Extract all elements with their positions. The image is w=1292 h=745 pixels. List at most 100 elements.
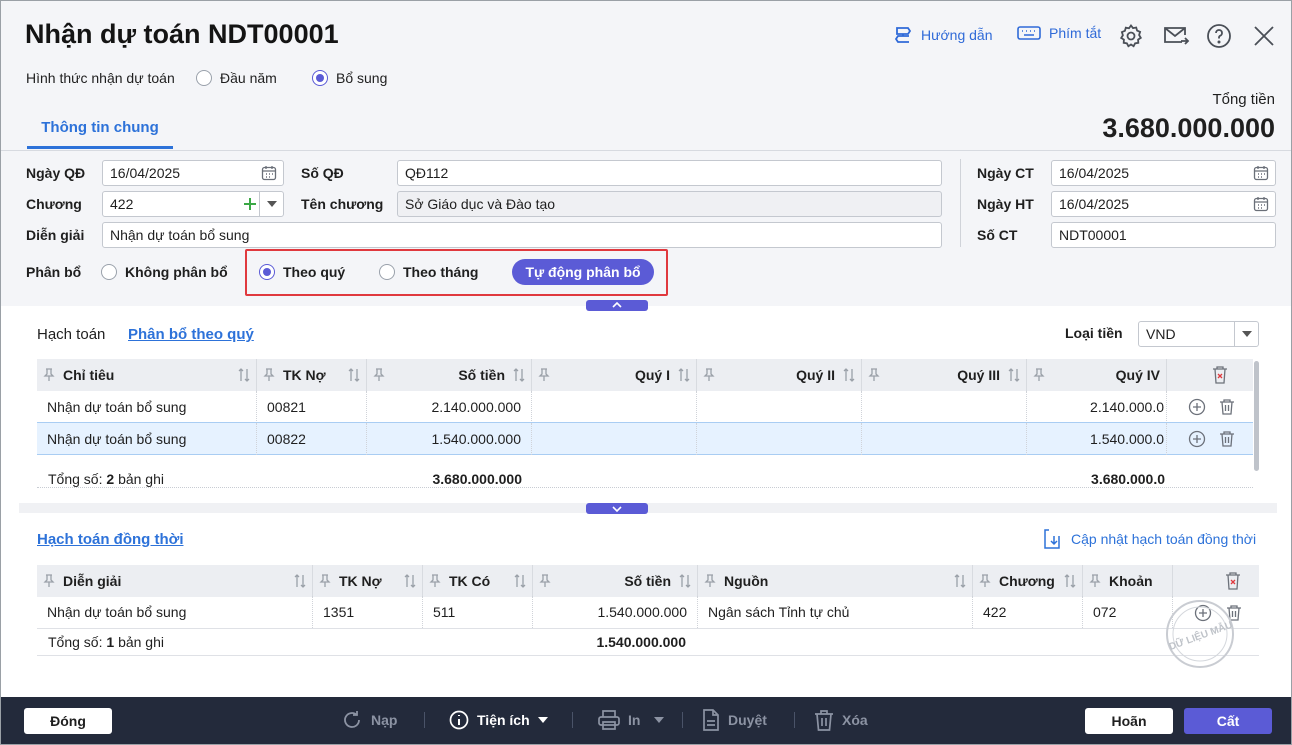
add-row-icon[interactable]: [1188, 430, 1206, 448]
sort-icon[interactable]: [679, 574, 691, 588]
sort-icon[interactable]: [513, 368, 525, 382]
pin-icon[interactable]: [538, 368, 550, 382]
table-row-1-quy-3[interactable]: [862, 391, 1027, 423]
pin-icon[interactable]: [704, 574, 716, 588]
pin-icon[interactable]: [868, 368, 880, 382]
table-row-tk-co[interactable]: 511: [423, 596, 533, 628]
table-row-1-quy-1[interactable]: [532, 391, 697, 423]
expand-section-button[interactable]: [586, 503, 648, 514]
print-button[interactable]: In: [598, 708, 665, 732]
pin-icon[interactable]: [263, 368, 275, 382]
radio-khong-phan-bo[interactable]: [101, 264, 117, 280]
so-ct-field[interactable]: NDT00001: [1051, 222, 1276, 248]
sort-icon[interactable]: [1008, 368, 1020, 382]
dien-giai-field[interactable]: Nhận dự toán bổ sung: [102, 222, 942, 248]
pin-icon[interactable]: [319, 574, 331, 588]
reload-button[interactable]: Nạp: [341, 708, 397, 732]
table-row-2-tk-no[interactable]: 00822: [257, 423, 367, 455]
table-row-nguon[interactable]: Ngân sách Tỉnh tự chủ: [698, 596, 973, 628]
gear-icon[interactable]: [1118, 23, 1144, 49]
col-tk-no[interactable]: TK Nợ: [257, 359, 367, 391]
sort-icon[interactable]: [843, 368, 855, 382]
pin-icon[interactable]: [1089, 574, 1101, 588]
pin-icon[interactable]: [43, 574, 55, 588]
sort-icon[interactable]: [954, 574, 966, 588]
calendar-icon[interactable]: [1253, 196, 1269, 212]
calendar-icon[interactable]: [261, 165, 277, 181]
table-row-1-chi-tieu[interactable]: Nhận dự toán bổ sung: [37, 391, 257, 423]
so-qd-field[interactable]: QĐ112: [397, 160, 942, 186]
undo-button[interactable]: Hoãn: [1085, 708, 1173, 734]
pin-icon[interactable]: [43, 368, 55, 382]
utilities-button[interactable]: Tiện ích: [449, 708, 548, 732]
ngay-ht-field[interactable]: 16/04/2025: [1051, 191, 1276, 217]
table-row-1-so-tien[interactable]: 2.140.000.000: [367, 391, 532, 423]
col-quy-1[interactable]: Quý I: [532, 359, 697, 391]
pin-icon[interactable]: [373, 368, 385, 382]
tab-general-info[interactable]: Thông tin chung: [27, 109, 173, 149]
sort-icon[interactable]: [1064, 574, 1076, 588]
delete-row-icon[interactable]: [1218, 398, 1236, 416]
sort-icon[interactable]: [514, 574, 526, 588]
add-row-icon[interactable]: [1188, 398, 1206, 416]
plus-icon[interactable]: [243, 197, 257, 211]
table-row-2-quy-3[interactable]: [862, 423, 1027, 455]
currency-select[interactable]: VND: [1138, 321, 1259, 347]
radio-dau-nam[interactable]: [196, 70, 212, 86]
radio-theo-thang[interactable]: [379, 264, 395, 280]
help-button[interactable]: Hướng dẫn: [893, 25, 992, 45]
shortcut-button[interactable]: Phím tắt: [1017, 25, 1101, 41]
update-concurrent-button[interactable]: Cập nhật hạch toán đồng thời: [1043, 529, 1256, 549]
col-tk-no-2[interactable]: TK Nợ: [313, 565, 423, 597]
ngay-qd-field[interactable]: 16/04/2025: [102, 160, 284, 186]
delete-button[interactable]: Xóa: [814, 708, 868, 732]
col-so-tien[interactable]: Số tiền: [367, 359, 532, 391]
sort-icon[interactable]: [294, 574, 306, 588]
close-button[interactable]: Đóng: [24, 708, 112, 734]
col-tk-co[interactable]: TK Có: [423, 565, 533, 597]
save-button[interactable]: Cất: [1184, 708, 1272, 734]
pin-icon[interactable]: [429, 574, 441, 588]
table-row-2-quy-2[interactable]: [697, 423, 862, 455]
pin-icon[interactable]: [539, 574, 551, 588]
delete-all-icon[interactable]: [1212, 366, 1228, 384]
collapse-header-button[interactable]: [586, 300, 648, 311]
col-chi-tieu[interactable]: Chỉ tiêu: [37, 359, 257, 391]
table-row-2-chi-tieu[interactable]: Nhận dự toán bổ sung: [37, 423, 257, 455]
table-row-dien-giai[interactable]: Nhận dự toán bổ sung: [37, 596, 313, 628]
tab-phan-bo-theo-quy[interactable]: Phân bổ theo quý: [128, 326, 254, 343]
table-row-1-tk-no[interactable]: 00821: [257, 391, 367, 423]
col-quy-2[interactable]: Quý II: [697, 359, 862, 391]
table-row-1-quy-4[interactable]: 2.140.000.0: [1027, 391, 1167, 423]
pin-icon[interactable]: [979, 574, 991, 588]
delete-row-icon[interactable]: [1218, 430, 1236, 448]
currency-dropdown-button[interactable]: [1234, 322, 1258, 346]
table-row-1-quy-2[interactable]: [697, 391, 862, 423]
col-so-tien-2[interactable]: Số tiền: [533, 565, 698, 597]
col-khoan[interactable]: Khoản: [1083, 565, 1173, 597]
sort-icon[interactable]: [238, 368, 250, 382]
table-row-2-so-tien[interactable]: 1.540.000.000: [367, 423, 532, 455]
table-row-chuong[interactable]: 422: [973, 596, 1083, 628]
table-row-2-quy-1[interactable]: [532, 423, 697, 455]
sort-icon[interactable]: [404, 574, 416, 588]
chuong-combo[interactable]: 422: [102, 191, 284, 217]
col-dien-giai[interactable]: Diễn giải: [37, 565, 313, 597]
chuong-dropdown-button[interactable]: [259, 192, 283, 216]
help-circle-icon[interactable]: [1206, 23, 1232, 49]
col-quy-3[interactable]: Quý III: [862, 359, 1027, 391]
radio-bo-sung[interactable]: [312, 70, 328, 86]
table-row-2-quy-4[interactable]: 1.540.000.0: [1027, 423, 1167, 455]
ngay-ct-field[interactable]: 16/04/2025: [1051, 160, 1276, 186]
auto-allocate-button[interactable]: Tự động phân bổ: [512, 259, 654, 285]
calendar-icon[interactable]: [1253, 165, 1269, 181]
tab-hach-toan[interactable]: Hạch toán: [37, 326, 105, 343]
table-row-tk-no[interactable]: 1351: [313, 596, 423, 628]
concurrent-title[interactable]: Hạch toán đồng thời: [37, 531, 183, 548]
close-icon[interactable]: [1251, 23, 1277, 49]
table-scrollbar[interactable]: [1254, 361, 1259, 471]
pin-icon[interactable]: [703, 368, 715, 382]
sort-icon[interactable]: [678, 368, 690, 382]
radio-theo-quy[interactable]: [259, 264, 275, 280]
pin-icon[interactable]: [1033, 368, 1045, 382]
